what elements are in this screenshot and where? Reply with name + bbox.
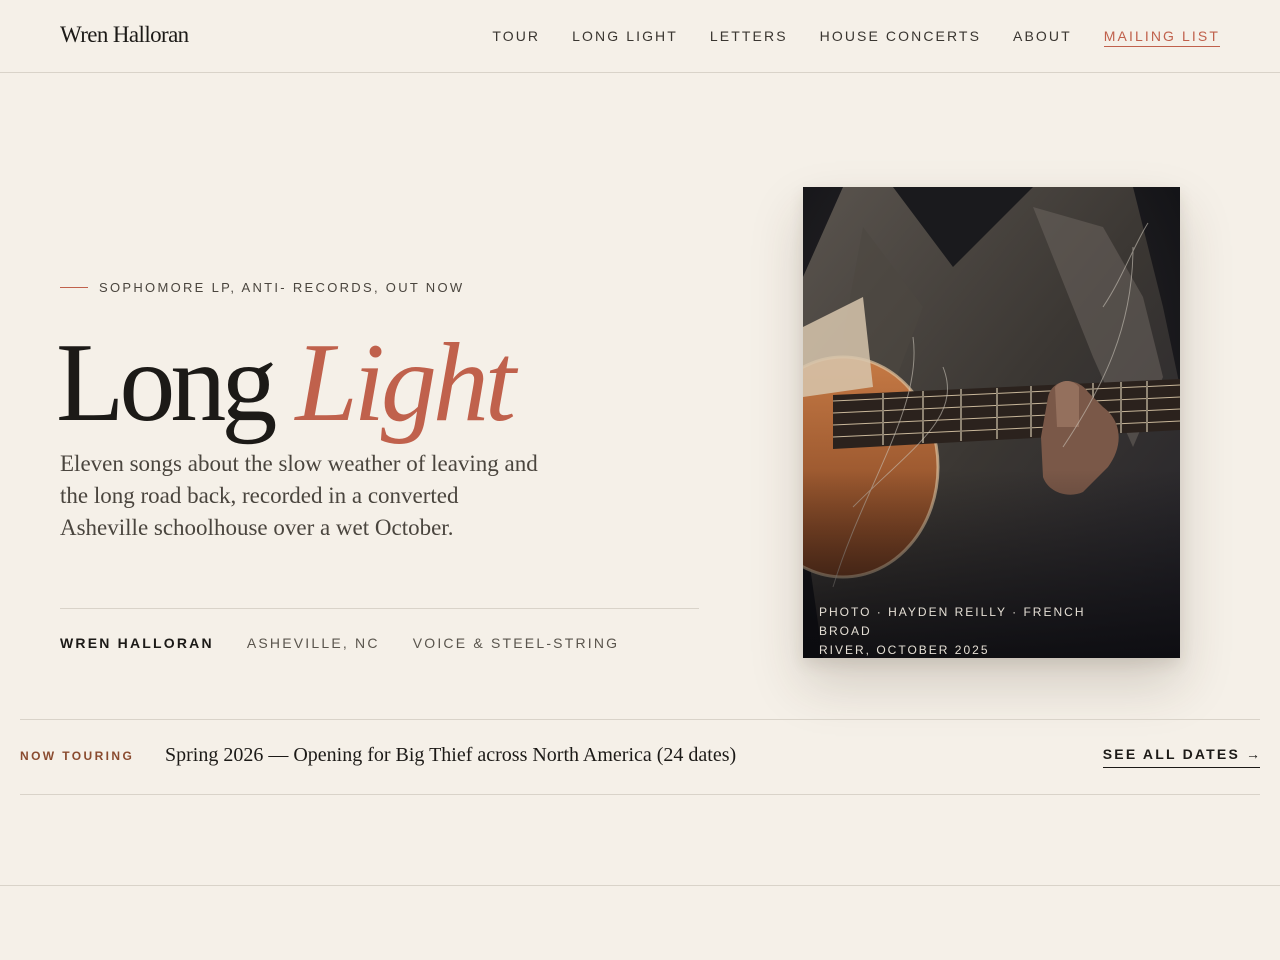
nav-item-letters[interactable]: LETTERS [710,27,788,47]
hero-photo: PHOTO · HAYDEN REILLY · FRENCH BROAD RIV… [803,187,1180,658]
hero-eyebrow: SOPHOMORE LP, ANTI- RECORDS, OUT NOW [60,280,464,295]
eyebrow-text: SOPHOMORE LP, ANTI- RECORDS, OUT NOW [99,280,465,295]
see-all-dates-label: SEE ALL DATES [1102,746,1240,762]
meta-divider [60,608,699,609]
nav-item-about[interactable]: ABOUT [1013,27,1072,47]
tour-strip: NOW TOURING Spring 2026 — Opening for Bi… [20,719,1260,795]
artist-location: ASHEVILLE, NC [246,635,380,651]
photo-credit: PHOTO · HAYDEN REILLY · FRENCH BROAD RIV… [819,603,1119,658]
artist-meta: WREN HALLORAN ASHEVILLE, NC VOICE & STEE… [60,635,619,651]
artist-instrument: VOICE & STEEL-STRING [412,635,620,651]
eyebrow-rule [60,287,88,288]
nav-item-long-light[interactable]: LONG LIGHT [572,27,678,47]
see-all-dates-link[interactable]: SEE ALL DATES → [1102,746,1260,768]
album-description: Eleven songs about the slow weather of l… [60,451,538,540]
album-title: Long Light [56,318,516,448]
arrow-right-icon: → [1246,746,1260,762]
main-nav: TOUR LONG LIGHT LETTERS HOUSE CONCERTS A… [492,27,1220,47]
artist-name: WREN HALLORAN [60,635,214,651]
section-divider [0,885,1280,886]
album-title-main: Long [56,321,277,445]
tour-announcement: Spring 2026 — Opening for Big Thief acro… [165,744,737,766]
album-title-accent: Light [295,321,516,445]
now-touring-label: NOW TOURING [20,749,135,763]
guitarist-photo-illustration [803,187,1180,658]
nav-item-house-concerts[interactable]: HOUSE CONCERTS [820,27,981,47]
nav-item-mailing-list[interactable]: MAILING LIST [1103,27,1220,47]
nav-item-tour[interactable]: TOUR [492,27,540,47]
brand-logo[interactable]: Wren Halloran [60,22,189,48]
photo-credit-line1: PHOTO · HAYDEN REILLY · FRENCH BROAD [819,605,1086,638]
site-header: Wren Halloran TOUR LONG LIGHT LETTERS HO… [0,0,1280,73]
photo-credit-line2: RIVER, OCTOBER 2025 [819,643,990,657]
